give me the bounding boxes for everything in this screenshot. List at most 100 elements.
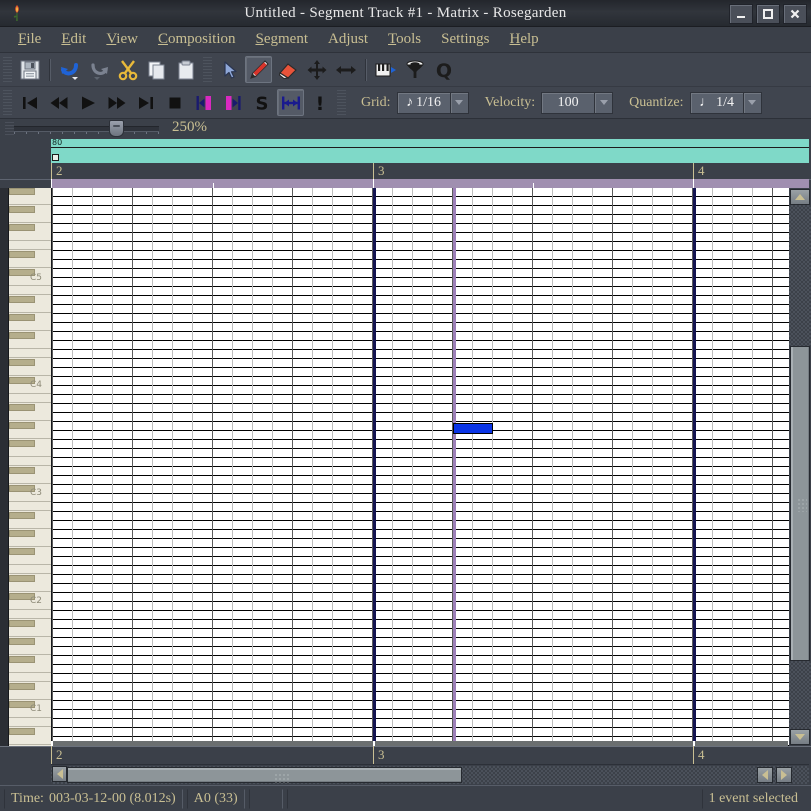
- piano-black-key[interactable]: [9, 313, 35, 321]
- note-grid[interactable]: [52, 188, 789, 746]
- rewind-to-start-button[interactable]: [16, 89, 43, 116]
- vertical-scroll-thumb[interactable]: [790, 346, 810, 661]
- copy-button[interactable]: [143, 56, 170, 83]
- paste-button[interactable]: [172, 56, 199, 83]
- transport-grip[interactable]: [3, 89, 12, 116]
- piano-black-key[interactable]: [9, 655, 35, 663]
- rewind-button[interactable]: [45, 89, 72, 116]
- loop-ruler[interactable]: [51, 139, 809, 147]
- piano-black-key[interactable]: [9, 331, 35, 339]
- piano-black-key[interactable]: [9, 403, 35, 411]
- piano-black-key[interactable]: [9, 511, 35, 519]
- piano-white-key[interactable]: [9, 538, 52, 547]
- save-button[interactable]: [16, 56, 43, 83]
- bar-ruler-top[interactable]: [0, 163, 811, 180]
- bar-ruler-bottom[interactable]: [0, 746, 811, 765]
- piano-white-key[interactable]: [9, 340, 52, 349]
- piano-black-key[interactable]: [9, 205, 35, 213]
- grid-combo-arrow[interactable]: [450, 91, 469, 114]
- piano-white-key[interactable]: [9, 520, 52, 529]
- piano-black-key[interactable]: [9, 637, 35, 645]
- stop-button[interactable]: [161, 89, 188, 116]
- menu-item-adjust[interactable]: Adjust: [318, 29, 378, 50]
- scroll-right-button[interactable]: [776, 767, 792, 783]
- scroll-left-button[interactable]: [757, 767, 773, 783]
- piano-white-key[interactable]: [9, 556, 52, 565]
- tempo-ruler[interactable]: [51, 147, 809, 164]
- piano-white-key[interactable]: [9, 304, 52, 313]
- piano-white-key[interactable]: [9, 259, 52, 268]
- toolbar-grip-2[interactable]: [203, 56, 212, 83]
- minimize-button[interactable]: [729, 4, 753, 24]
- close-button[interactable]: [783, 4, 807, 24]
- velocity-tool[interactable]: [372, 56, 399, 83]
- move-tool[interactable]: [303, 56, 330, 83]
- piano-black-key[interactable]: [9, 529, 35, 537]
- horizontal-scrollbar[interactable]: [51, 764, 809, 785]
- piano-white-key[interactable]: [9, 502, 52, 511]
- piano-white-key[interactable]: [9, 628, 52, 637]
- piano-white-key[interactable]: [9, 241, 52, 250]
- toolbar-grip[interactable]: [3, 56, 12, 83]
- quantize-combo-arrow[interactable]: [743, 91, 762, 114]
- piano-white-key[interactable]: [9, 691, 52, 700]
- piano-white-key[interactable]: [9, 286, 52, 295]
- quantize-combo[interactable]: ♩ 1/4: [689, 91, 762, 114]
- scroll-far-left-button[interactable]: [52, 766, 67, 782]
- piano-white-key[interactable]: [9, 457, 52, 466]
- menu-item-file[interactable]: File: [8, 29, 51, 50]
- piano-white-key[interactable]: [9, 610, 52, 619]
- piano-white-key[interactable]: [9, 394, 52, 403]
- velocity-combo-value[interactable]: 100: [541, 91, 596, 114]
- piano-white-key[interactable]: [9, 718, 52, 727]
- scroll-up-button[interactable]: [790, 189, 810, 205]
- piano-black-key[interactable]: [9, 223, 35, 231]
- quantize-combo-value[interactable]: ♩ 1/4: [689, 91, 744, 114]
- menu-item-tools[interactable]: Tools: [378, 29, 431, 50]
- menu-item-segment[interactable]: Segment: [246, 29, 319, 50]
- piano-white-key[interactable]: [9, 214, 52, 223]
- menu-item-composition[interactable]: Composition: [148, 29, 246, 50]
- piano-white-key[interactable]: [9, 475, 52, 484]
- piano-white-key[interactable]: [9, 349, 52, 358]
- piano-white-key[interactable]: [9, 736, 52, 745]
- grid-combo-value[interactable]: ♪ 1/16: [396, 91, 451, 114]
- loop-end-button[interactable]: [219, 89, 246, 116]
- piano-black-key[interactable]: [9, 439, 35, 447]
- zoom-grip[interactable]: [5, 122, 14, 136]
- piano-white-key[interactable]: [9, 367, 52, 376]
- erase-tool[interactable]: [274, 56, 301, 83]
- loop-start-button[interactable]: [190, 89, 217, 116]
- params-grip[interactable]: [337, 89, 346, 116]
- piano-white-key[interactable]: [9, 673, 52, 682]
- forward-to-end-button[interactable]: [132, 89, 159, 116]
- piano-white-key[interactable]: [9, 196, 52, 205]
- piano-black-key[interactable]: [9, 547, 35, 555]
- panic-button[interactable]: !: [306, 89, 333, 116]
- select-tool[interactable]: [216, 56, 243, 83]
- piano-black-key[interactable]: [9, 295, 35, 303]
- piano-white-key[interactable]: [9, 664, 52, 673]
- piano-black-key[interactable]: [9, 188, 35, 195]
- piano-white-key[interactable]: [9, 565, 52, 574]
- piano-white-key[interactable]: [9, 448, 52, 457]
- draw-tool[interactable]: [245, 56, 272, 83]
- play-button[interactable]: [74, 89, 101, 116]
- menu-item-settings[interactable]: Settings: [431, 29, 499, 50]
- menu-item-help[interactable]: Help: [500, 29, 549, 50]
- piano-white-key[interactable]: [9, 322, 52, 331]
- solo-button[interactable]: S: [248, 89, 275, 116]
- piano-black-key[interactable]: [9, 619, 35, 627]
- piano-black-key[interactable]: [9, 358, 35, 366]
- horizontal-scroll-thumb[interactable]: [67, 767, 462, 783]
- piano-white-key[interactable]: [9, 430, 52, 439]
- segment-band[interactable]: [51, 179, 809, 188]
- filter-button[interactable]: [401, 56, 428, 83]
- piano-white-key[interactable]: [9, 583, 52, 592]
- piano-black-key[interactable]: [9, 250, 35, 258]
- undo-button[interactable]: [56, 56, 83, 83]
- vertical-scrollbar[interactable]: [789, 188, 811, 746]
- velocity-combo[interactable]: 100: [541, 91, 614, 114]
- playback-pointer[interactable]: [453, 188, 456, 746]
- velocity-combo-arrow[interactable]: [595, 91, 614, 114]
